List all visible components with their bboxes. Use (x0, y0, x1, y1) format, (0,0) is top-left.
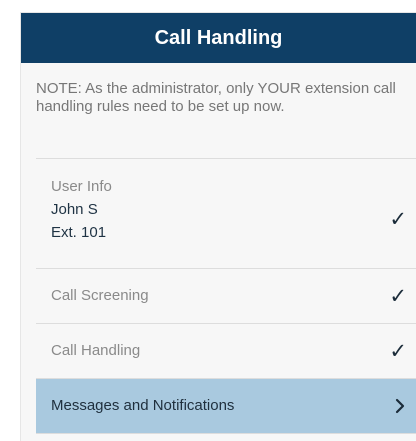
call-handling-row[interactable]: Call Handling ✓ (36, 324, 416, 379)
check-icon: ✓ (389, 207, 407, 231)
check-icon: ✓ (389, 284, 407, 308)
user-info-row[interactable]: User Info John S Ext. 101 ✓ (36, 159, 416, 269)
call-screening-row[interactable]: Call Screening ✓ (36, 269, 416, 324)
page-title: Call Handling (154, 26, 283, 49)
chevron-right-icon (395, 398, 405, 414)
admin-note-text: NOTE: As the administrator, only YOUR ex… (36, 80, 396, 115)
check-icon: ✓ (389, 339, 407, 363)
call-handling-label: Call Handling (51, 342, 141, 359)
messages-notifications-label: Messages and Notifications (51, 397, 235, 414)
messages-notifications-row[interactable]: Messages and Notifications (36, 379, 416, 434)
admin-note: NOTE: As the administrator, only YOUR ex… (21, 63, 416, 148)
call-handling-panel: Call Handling NOTE: As the administrator… (20, 12, 416, 441)
call-screening-label: Call Screening (51, 287, 149, 304)
user-name: John S (51, 201, 98, 218)
page-header: Call Handling (21, 13, 416, 63)
user-extension: Ext. 101 (51, 224, 107, 241)
settings-list: User Info John S Ext. 101 ✓ Call Screeni… (36, 158, 416, 434)
user-info-label: User Info (51, 178, 112, 195)
